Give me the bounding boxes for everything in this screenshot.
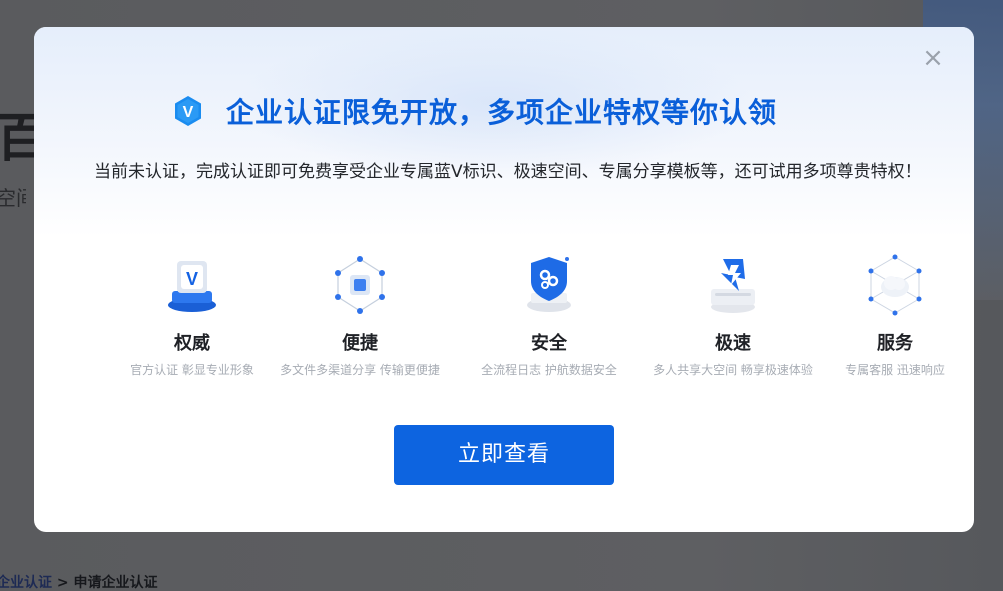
- breadcrumb-link-enterprise-auth[interactable]: 企业认证: [0, 575, 52, 591]
- feature-item-convenience: 便捷 多文件多渠道分享 传输更便捷: [270, 253, 450, 378]
- feature-name: 权威: [174, 333, 210, 354]
- feature-desc: 多人共享大空间 畅享极速体验: [653, 363, 813, 377]
- breadcrumb-separator: >: [52, 575, 74, 591]
- cloud-service-icon: [868, 254, 922, 316]
- close-icon[interactable]: ×: [920, 45, 946, 71]
- feature-item-service: 服务 专属客服 迅速响应: [805, 253, 974, 378]
- shield-icon: [527, 257, 571, 312]
- background-subheading: 空间: [0, 186, 26, 210]
- enterprise-auth-modal: × V 企业认证限免开放，多项企业特权等你认领 当前未认证，完成认证即可免费享受…: [34, 27, 974, 532]
- feature-item-speed: 极速 多人共享大空间 畅享极速体验: [643, 253, 823, 378]
- badge-letter: V: [183, 104, 194, 121]
- feature-name: 安全: [531, 333, 567, 354]
- feature-list: V 权威 官方认证 彰显专业形象 便捷 多文件多渠道分享 传输更便捷 安全 全流…: [84, 253, 945, 383]
- background-heading: 百: [0, 109, 36, 169]
- feature-name: 便捷: [342, 333, 378, 354]
- feature-desc: 官方认证 彰显专业形象: [130, 363, 254, 377]
- network-cube-icon: [335, 256, 385, 314]
- svg-text:V: V: [186, 269, 198, 289]
- feature-name: 服务: [877, 333, 913, 354]
- modal-title-row: V 企业认证限免开放，多项企业特权等你认领: [172, 91, 777, 131]
- blue-v-badge-icon: V: [175, 96, 201, 126]
- feature-desc: 专属客服 迅速响应: [845, 363, 945, 377]
- verified-badge-icon: V: [168, 261, 216, 312]
- feature-item-authority: V 权威 官方认证 彰显专业形象: [102, 253, 282, 378]
- feature-desc: 全流程日志 护航数据安全: [481, 363, 617, 377]
- breadcrumb: 企业认证 > 申请企业认证: [0, 572, 157, 591]
- view-now-button[interactable]: 立即查看: [394, 425, 614, 485]
- breadcrumb-current: 申请企业认证: [73, 575, 158, 591]
- feature-name: 极速: [715, 333, 751, 354]
- feature-desc: 多文件多渠道分享 传输更便捷: [280, 363, 440, 377]
- feature-item-security: 安全 全流程日志 护航数据安全: [459, 253, 639, 378]
- modal-title: 企业认证限免开放，多项企业特权等你认领: [226, 96, 778, 129]
- modal-description: 当前未认证，完成认证即可免费享受企业专属蓝V标识、极速空间、专属分享模板等，还可…: [94, 162, 922, 182]
- lightning-icon: [711, 259, 755, 313]
